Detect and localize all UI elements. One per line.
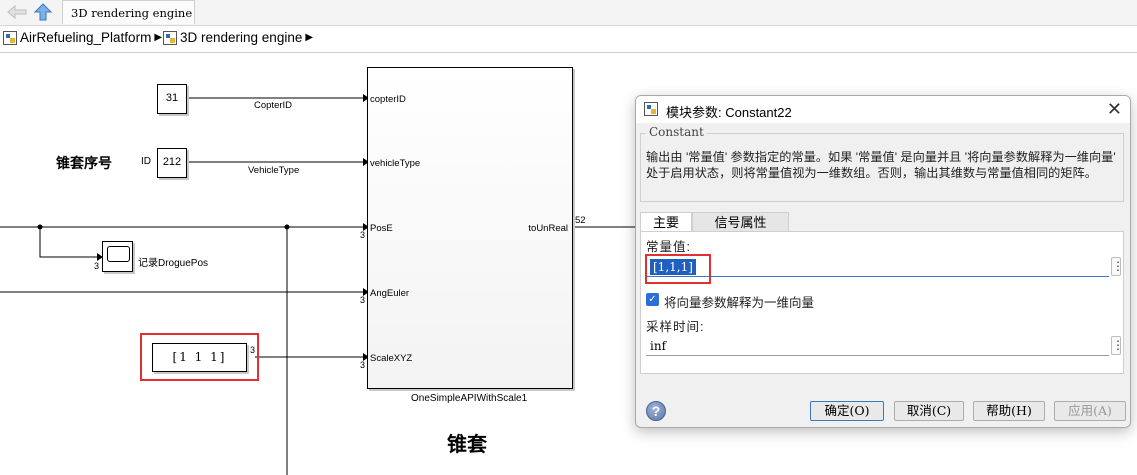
constant-block-31[interactable]: 31 xyxy=(157,84,187,114)
breadcrumb-label: 3D rendering engine xyxy=(180,30,303,45)
subsystem-name: OneSimpleAPIWithScale1 xyxy=(411,393,528,404)
id-label: ID xyxy=(141,156,151,167)
scope-label: 记录DroguePos xyxy=(138,258,209,269)
toolbar: 3D rendering engine xyxy=(0,0,1137,26)
highlight-box-field xyxy=(645,254,711,284)
highlight-box-block xyxy=(140,333,259,381)
constant-value-field[interactable] xyxy=(646,257,1109,277)
signal-label-copterid: CopterID xyxy=(254,100,293,111)
parameters-panel: 常量值: [1,1,1] ⋮ ✓ 将向量参数解释为一维向量 采样时间: ⋮ xyxy=(640,231,1124,374)
constant-value: 212 xyxy=(162,156,182,168)
help-button[interactable]: 帮助(H) xyxy=(973,401,1045,421)
annotation-title: 锥套 xyxy=(447,434,487,456)
back-arrow-icon[interactable] xyxy=(6,2,28,22)
apply-button[interactable]: 应用(A) xyxy=(1054,401,1126,421)
tab-3d-rendering-engine[interactable]: 3D rendering engine xyxy=(62,0,195,24)
sample-time-label: 采样时间: xyxy=(646,320,705,334)
dialog-title: 模块参数: Constant22 xyxy=(666,105,792,120)
constant-value: 31 xyxy=(165,92,179,104)
dim-label: 3 xyxy=(94,261,100,271)
model-icon xyxy=(3,30,17,45)
input-port-copterid: copterID xyxy=(370,94,406,105)
up-arrow-icon[interactable] xyxy=(32,2,54,22)
input-port-angeuler: AngEuler xyxy=(370,288,410,299)
subsystem-icon xyxy=(163,30,177,45)
tab-signal-attributes[interactable]: 信号属性 xyxy=(692,212,789,232)
annotation-seq: 锥套序号 xyxy=(56,155,112,171)
chevron-right-icon: ▶ xyxy=(305,32,314,43)
checkbox-interpret-vector[interactable]: ✓ xyxy=(646,293,659,306)
checkbox-label: 将向量参数解释为一维向量 xyxy=(664,296,815,310)
cancel-button[interactable]: 取消(C) xyxy=(894,401,964,421)
more-options-icon[interactable]: ⋮ xyxy=(1111,257,1124,276)
dim-label: 3 xyxy=(360,360,366,370)
input-port-vehicletype: vehicleType xyxy=(370,158,421,169)
signal-label-vehicletype: VehicleType xyxy=(248,165,300,176)
input-port-pose: PosE xyxy=(370,223,393,234)
tab-main[interactable]: 主要 xyxy=(640,212,692,232)
ok-button[interactable]: 确定(O) xyxy=(810,401,884,421)
scope-block[interactable] xyxy=(102,241,133,272)
dim-label: 3 xyxy=(360,295,366,305)
description-text: 输出由 '常量值' 参数指定的常量。如果 '常量值' 是向量并且 '将向量参数解… xyxy=(646,150,1116,180)
out-width-label: 52 xyxy=(575,215,586,226)
help-icon[interactable]: ? xyxy=(646,401,666,421)
breadcrumb: AirRefueling_Platform ▶ 3D rendering eng… xyxy=(0,26,1137,53)
output-port-tounreal: toUnReal xyxy=(528,223,568,234)
subsystem-block[interactable]: copterID vehicleType PosE AngEuler Scale… xyxy=(367,67,573,389)
breadcrumb-label: AirRefueling_Platform xyxy=(20,30,152,45)
sample-time-field[interactable] xyxy=(646,336,1109,356)
group-label: Constant xyxy=(646,125,707,139)
dim-label: 3 xyxy=(250,345,256,355)
block-parameters-dialog: 模块参数: Constant22 ✕ Constant 输出由 '常量值' 参数… xyxy=(635,95,1131,428)
more-options-icon[interactable]: ⋮ xyxy=(1111,336,1124,355)
breadcrumb-item-root[interactable]: AirRefueling_Platform ▶ xyxy=(3,30,162,45)
breadcrumb-item-subsystem[interactable]: 3D rendering engine ▶ xyxy=(163,30,313,45)
block-icon xyxy=(644,102,658,116)
close-icon[interactable]: ✕ xyxy=(1107,99,1122,120)
dialog-titlebar[interactable]: 模块参数: Constant22 ✕ xyxy=(636,96,1130,123)
input-port-scalexyz: ScaleXYZ xyxy=(370,353,413,364)
chevron-right-icon: ▶ xyxy=(154,32,163,43)
scope-screen-icon xyxy=(107,246,130,262)
constant-block-212[interactable]: 212 xyxy=(157,148,187,178)
constant-value-label: 常量值: xyxy=(646,240,691,254)
dim-label: 3 xyxy=(360,230,366,240)
